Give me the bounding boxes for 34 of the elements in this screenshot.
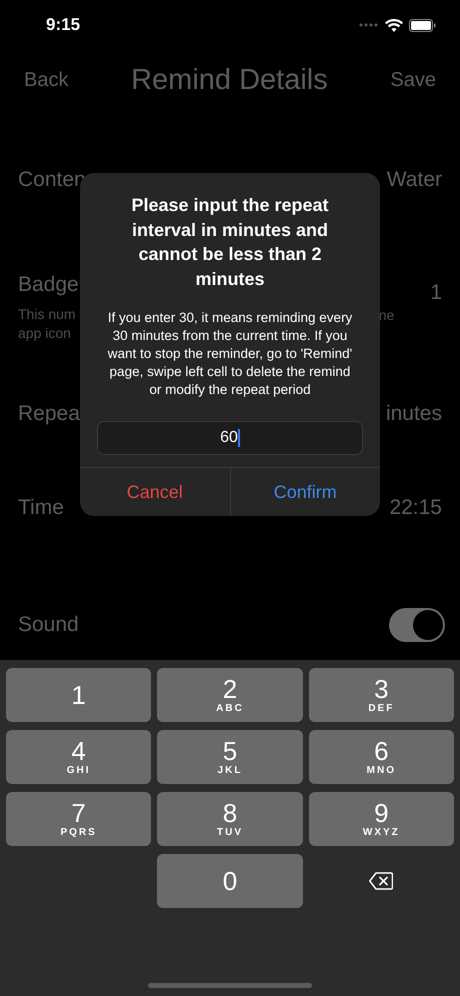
backspace-icon xyxy=(369,872,394,890)
confirm-button[interactable]: Confirm xyxy=(230,468,380,516)
keyboard-key[interactable]: 0 xyxy=(157,854,303,908)
row-value: Water xyxy=(386,167,442,193)
row-label: Badge xyxy=(18,272,79,298)
battery-icon xyxy=(409,18,436,32)
keyboard-key[interactable]: 1 xyxy=(6,668,152,722)
page-title: Remind Details xyxy=(131,64,328,96)
row-description: This num xyxy=(18,305,77,324)
row-label: Sound xyxy=(18,612,79,638)
row-description: app icon xyxy=(18,324,72,343)
sound-toggle[interactable] xyxy=(389,608,445,642)
keyboard-key[interactable]: 7 PQRS xyxy=(6,792,152,846)
keyboard-key[interactable]: 2 ABC xyxy=(157,668,303,722)
keyboard-key[interactable]: 3 DEF xyxy=(308,668,454,722)
keyboard-key[interactable]: 6 MNO xyxy=(308,730,454,784)
wifi-icon xyxy=(385,18,403,32)
row-value: inutes xyxy=(386,401,442,427)
row-value: 22:15 xyxy=(389,495,442,521)
dialog-message: If you enter 30, it means reminding every 30 minutes from the current time. If you want to stop the reminder, go to 'Remind' page, swipe left cell to delete the remind or modify the repeat period xyxy=(106,309,354,399)
input-field[interactable]: 60 xyxy=(97,421,363,455)
keyboard-key[interactable]: 9 WXYZ xyxy=(308,792,454,846)
dialog-title: Please input the repeat interval in minutes and cannot be less than 2 minutes xyxy=(130,194,330,290)
keyboard-key[interactable]: 8 TUV xyxy=(157,792,303,846)
cancel-button[interactable]: Cancel xyxy=(80,468,230,516)
signal-icon xyxy=(359,23,379,27)
row-label: Repea xyxy=(18,401,80,427)
status-time: 9:15 xyxy=(46,15,80,35)
keyboard-key[interactable]: 4 GHI xyxy=(6,730,152,784)
row-value: 1 xyxy=(430,280,442,306)
row-label: Time xyxy=(18,495,64,521)
keyboard-key[interactable]: 5 JKL xyxy=(157,730,303,784)
back-button[interactable]: Back xyxy=(24,68,68,92)
save-button[interactable]: Save xyxy=(390,68,436,92)
